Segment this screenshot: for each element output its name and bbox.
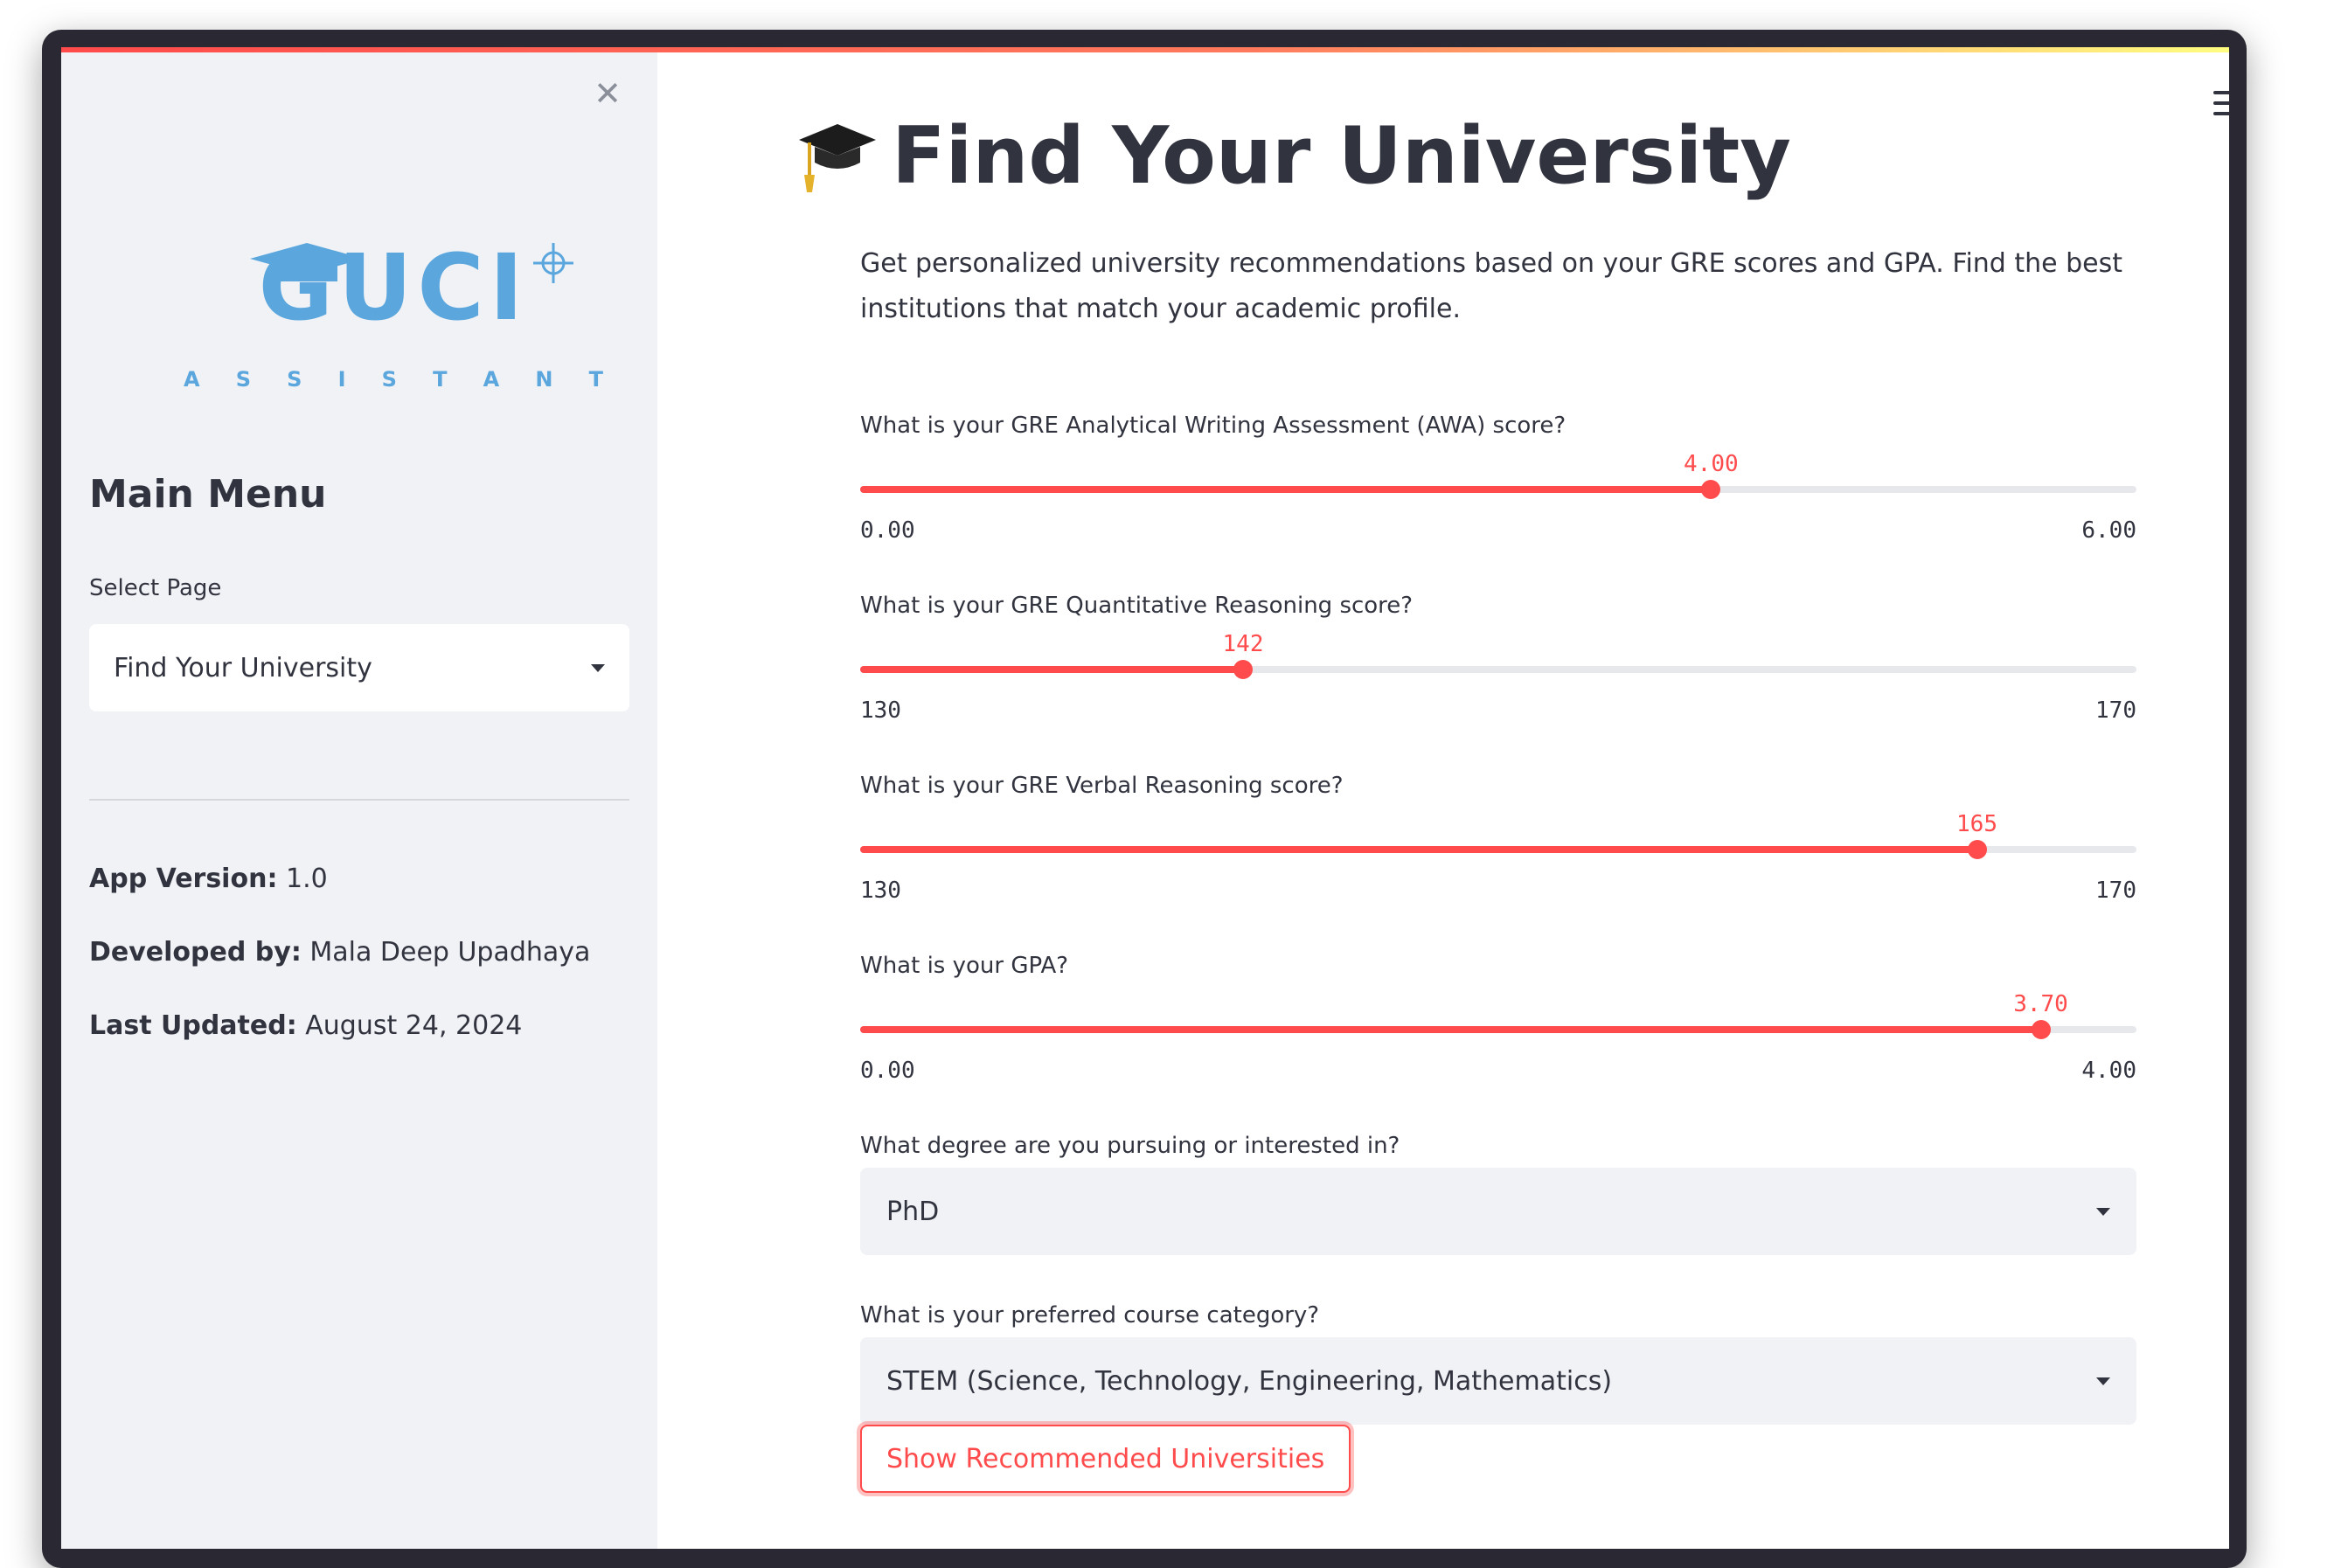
slider-value: 3.70 [2013,991,2068,1017]
intro-text: Get personalized university recommendati… [860,248,2123,324]
logo-letter: S [287,367,302,392]
graduation-cap-icon [799,124,876,192]
slider-fill [860,1026,2041,1033]
slider-min: 0.00 [860,517,915,544]
logo-letter: S [235,367,252,392]
page-select[interactable]: Find Your University [89,624,629,711]
logo-letter: S [381,367,397,392]
app-version: App Version: 1.0 [89,864,328,894]
slider-min: 130 [860,878,901,904]
degree-select[interactable]: PhD [860,1168,2136,1255]
slider-thumb[interactable] [2031,1020,2051,1039]
slider-value: 165 [1956,811,1997,837]
slider-fill [860,486,1712,493]
awa-slider[interactable]: 4.00 0.00 6.00 [860,451,2136,547]
awa-label: What is your GRE Analytical Writing Asse… [860,413,1566,439]
top-decoration-bar [61,47,2229,52]
chevron-down-icon [2096,1377,2110,1385]
app-version-value: 1.0 [285,864,328,894]
last-updated: Last Updated: August 24, 2024 [89,1010,522,1041]
last-updated-value: August 24, 2024 [305,1010,523,1041]
slider-value: 4.00 [1684,451,1739,477]
close-icon[interactable]: ✕ [587,73,628,114]
slider-fill [860,666,1243,673]
course-select[interactable]: STEM (Science, Technology, Engineering, … [860,1337,2136,1425]
page-select-value: Find Your University [114,652,372,683]
main-menu-heading: Main Menu [89,472,327,517]
logo-letter: T [588,367,603,392]
sidebar-divider [89,799,629,801]
logo-letter: A [184,367,200,392]
sidebar: ✕ GUCI A S S I S T A N T Main Menu Selec… [61,47,657,1549]
logo: GUCI A S S I S T A N T [184,231,603,397]
page-title-row: Find Your University [797,117,1791,196]
course-select-value: STEM (Science, Technology, Engineering, … [886,1365,1613,1397]
gpa-label: What is your GPA? [860,953,1069,979]
slider-thumb[interactable] [1967,840,1987,859]
quant-label: What is your GRE Quantitative Reasoning … [860,593,1414,619]
slider-max: 4.00 [2081,1058,2136,1084]
logo-letter: A [483,367,500,392]
slider-max: 170 [2095,697,2136,724]
chevron-down-icon [591,663,605,672]
developed-by: Developed by: Mala Deep Upadhaya [89,937,590,968]
quant-slider[interactable]: 142 130 170 [860,631,2136,727]
developed-by-value: Mala Deep Upadhaya [309,937,591,968]
show-recommended-universities-button[interactable]: Show Recommended Universities [860,1425,1351,1493]
last-updated-label: Last Updated: [89,1010,297,1041]
main-content: Find Your University Get personalized un… [657,47,2229,1549]
slider-max: 170 [2095,878,2136,904]
degree-label: What degree are you pursuing or interest… [860,1133,1400,1159]
logo-letter: N [535,367,553,392]
app-window: ✕ GUCI A S S I S T A N T Main Menu Selec… [61,47,2229,1549]
chevron-down-icon [2096,1207,2110,1216]
page-title: Find Your University [892,110,1791,202]
slider-thumb[interactable] [1233,660,1253,679]
verbal-slider[interactable]: 165 130 170 [860,811,2136,907]
logo-letter: I [337,367,346,392]
logo-subtext: A S S I S T A N T [184,367,603,392]
app-version-label: App Version: [89,864,278,894]
slider-min: 130 [860,697,901,724]
gpa-slider[interactable]: 3.70 0.00 4.00 [860,991,2136,1087]
slider-thumb[interactable] [1701,480,1721,499]
slider-max: 6.00 [2081,517,2136,544]
slider-min: 0.00 [860,1058,915,1084]
slider-value: 142 [1222,631,1264,657]
logo-letter: T [433,367,448,392]
developed-by-label: Developed by: [89,937,302,968]
select-page-label: Select Page [89,575,222,601]
course-label: What is your preferred course category? [860,1302,1320,1329]
slider-fill [860,846,1977,853]
logo-text: GUCI [258,234,529,341]
hamburger-menu-icon[interactable] [2213,86,2229,121]
verbal-label: What is your GRE Verbal Reasoning score? [860,773,1344,799]
degree-select-value: PhD [886,1196,940,1227]
